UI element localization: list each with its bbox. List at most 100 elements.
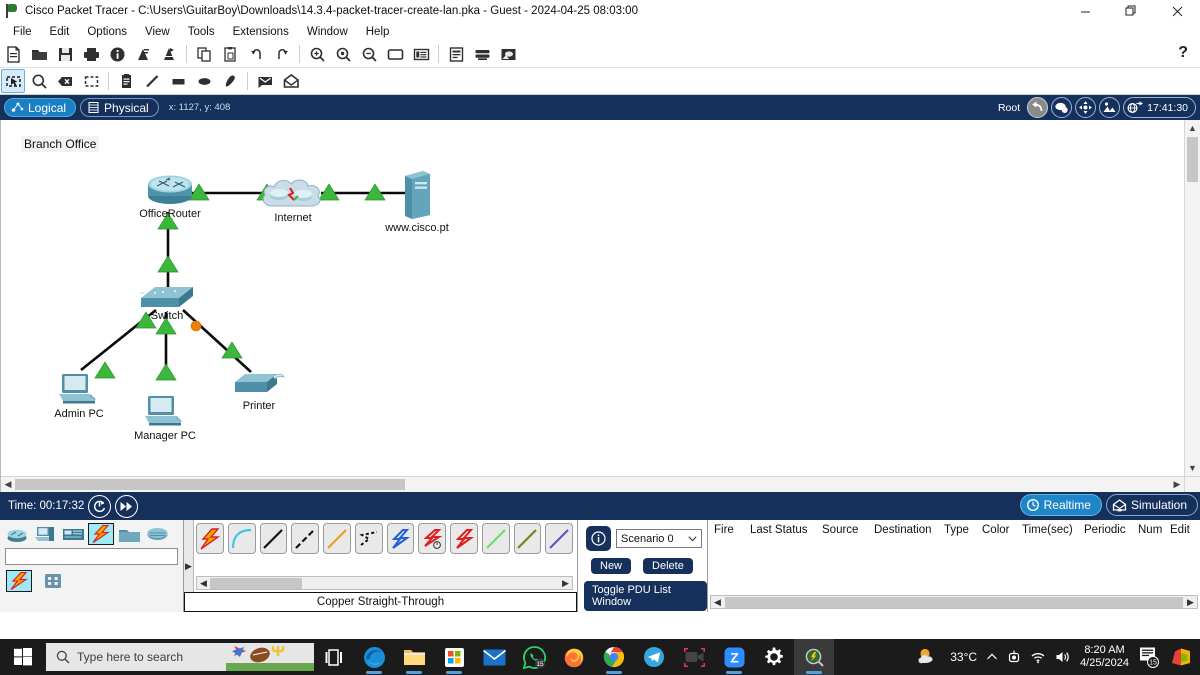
taskbar-edge[interactable] [354, 639, 394, 675]
device-switch[interactable]: Switch [139, 282, 195, 324]
taskbar-packet-tracer[interactable] [794, 639, 834, 675]
device-admin-pc[interactable]: Admin PC [57, 372, 101, 418]
open-folder-icon[interactable] [27, 42, 51, 66]
taskbar-mail[interactable] [474, 639, 514, 675]
pdu-col-edit[interactable]: Edit [1170, 524, 1200, 536]
category-miscellaneous[interactable] [116, 523, 142, 545]
topology-canvas[interactable]: Branch Office [1, 120, 1184, 476]
assessment-icon[interactable] [157, 42, 181, 66]
new-file-icon[interactable] [1, 42, 25, 66]
cable-ieee-1394[interactable] [514, 523, 542, 554]
logical-workspace[interactable]: Branch Office [0, 120, 1200, 492]
cable-automatic[interactable] [196, 523, 224, 554]
menu-item-edit[interactable]: Edit [41, 24, 79, 40]
palette-window-icon[interactable] [383, 42, 407, 66]
device-manager-pc[interactable]: Manager PC [143, 394, 187, 440]
pdu-scroll-left-icon[interactable]: ◀ [711, 597, 724, 608]
new-cluster-icon[interactable] [1051, 97, 1072, 118]
webcam-icon[interactable] [1007, 650, 1021, 664]
scroll-down-icon[interactable]: ▼ [1185, 460, 1200, 476]
resize-shape-icon[interactable] [79, 69, 103, 93]
chevron-up-icon[interactable] [986, 651, 998, 663]
cable-octal[interactable] [482, 523, 510, 554]
category-network-devices[interactable] [4, 523, 30, 545]
complex-pdu-icon[interactable] [279, 69, 303, 93]
delete-scenario-button[interactable]: Delete [643, 558, 693, 574]
menu-item-help[interactable]: Help [357, 24, 399, 40]
taskbar-microsoft-store[interactable] [434, 639, 474, 675]
pdu-col-num[interactable]: Num [1138, 524, 1170, 536]
wifi-icon[interactable] [1030, 650, 1046, 664]
tab-logical[interactable]: Logical [4, 98, 76, 117]
cable-phone[interactable] [355, 523, 383, 554]
scenario-info-button[interactable] [586, 526, 611, 551]
move-object-icon[interactable] [1075, 97, 1096, 118]
set-tiled-background-icon[interactable] [1099, 97, 1120, 118]
pdu-scroll-right-icon[interactable]: ▶ [1184, 597, 1197, 608]
simple-pdu-icon[interactable] [253, 69, 277, 93]
taskbar-settings[interactable] [754, 639, 794, 675]
taskbar-screen-recorder[interactable] [674, 639, 714, 675]
taskbar-zoom[interactable]: Z [714, 639, 754, 675]
weather-icon[interactable] [916, 646, 941, 668]
print-icon[interactable] [79, 42, 103, 66]
copy-icon[interactable] [192, 42, 216, 66]
device-search-input[interactable] [5, 548, 178, 565]
note-icon[interactable] [114, 69, 138, 93]
subcategory-all-connections[interactable] [40, 570, 66, 592]
category-connections[interactable] [88, 523, 114, 545]
pdu-col-time[interactable]: Time(sec) [1022, 524, 1084, 536]
custom-devices-icon[interactable] [409, 42, 433, 66]
pdu-scroll-thumb[interactable] [725, 597, 1183, 608]
cable-copper-crossover[interactable] [291, 523, 319, 554]
category-end-devices[interactable] [32, 523, 58, 545]
inspect-icon[interactable] [27, 69, 51, 93]
office-icon[interactable] [1170, 647, 1192, 667]
category-multiuser-connection[interactable] [144, 523, 170, 545]
scroll-left-icon[interactable]: ◀ [1, 477, 15, 493]
power-cycle-devices-icon[interactable] [88, 495, 111, 518]
draw-ellipse-icon[interactable] [192, 69, 216, 93]
zoom-in-icon[interactable] [305, 42, 329, 66]
workspace-vertical-scrollbar[interactable]: ▲ ▼ [1184, 120, 1200, 476]
cable-copper-straight-through[interactable] [260, 523, 288, 554]
cable-coaxial[interactable] [387, 523, 415, 554]
undo-icon[interactable] [244, 42, 268, 66]
cable-usb[interactable] [545, 523, 573, 554]
activity-wizard-icon[interactable] [105, 42, 129, 66]
draw-line-icon[interactable] [140, 69, 164, 93]
taskbar-chrome[interactable] [594, 639, 634, 675]
subcategory-connections[interactable] [6, 570, 32, 592]
new-scenario-button[interactable]: New [591, 558, 631, 574]
cable-fiber[interactable] [323, 523, 351, 554]
network-info-icon[interactable] [131, 42, 155, 66]
workspace-horizontal-scrollbar[interactable]: ◀ ▶ [1, 476, 1184, 492]
scroll-right-icon[interactable]: ▶ [1170, 477, 1184, 493]
select-icon[interactable] [1, 69, 25, 93]
taskbar-firefox[interactable] [554, 639, 594, 675]
cable-horizontal-scrollbar[interactable]: ◀ ▶ [196, 576, 573, 590]
menu-item-options[interactable]: Options [78, 24, 136, 40]
simulation-mode-button[interactable]: Simulation [1106, 494, 1198, 516]
taskbar-file-explorer[interactable] [394, 639, 434, 675]
menu-item-view[interactable]: View [136, 24, 179, 40]
tab-physical[interactable]: Physical [80, 98, 159, 117]
viewport-clock[interactable]: 17:41:30 [1123, 97, 1196, 118]
redo-icon[interactable] [270, 42, 294, 66]
minimize-button[interactable] [1062, 0, 1108, 22]
cable-serial-dce[interactable] [418, 523, 446, 554]
horizontal-scroll-thumb[interactable] [15, 479, 405, 490]
scenario-dropdown[interactable]: Scenario 0 [616, 529, 702, 548]
menu-item-extensions[interactable]: Extensions [224, 24, 298, 40]
menu-item-window[interactable]: Window [298, 24, 357, 40]
save-icon[interactable] [53, 42, 77, 66]
freeform-icon[interactable] [218, 69, 242, 93]
help-button[interactable]: ? [1178, 44, 1188, 62]
drawer-icon[interactable] [470, 42, 494, 66]
zoom-reset-icon[interactable] [331, 42, 355, 66]
task-view-button[interactable] [314, 639, 354, 675]
close-button[interactable] [1154, 0, 1200, 22]
cable-scroll-right-icon[interactable]: ▶ [559, 578, 572, 589]
vertical-scroll-thumb[interactable] [1187, 137, 1198, 182]
device-internet-cloud[interactable]: Internet [260, 176, 326, 220]
